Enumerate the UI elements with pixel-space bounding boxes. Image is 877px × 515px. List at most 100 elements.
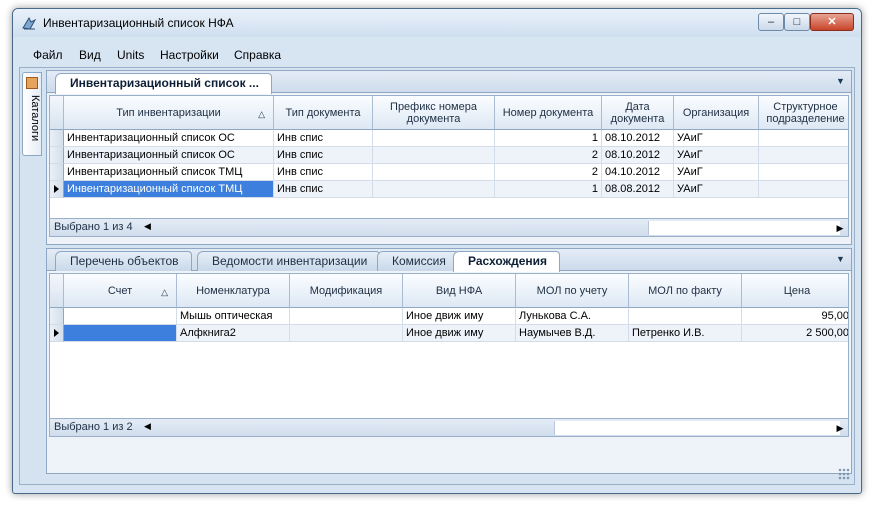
column-header-organization[interactable]: Организация: [674, 96, 759, 130]
cell-mol-actual[interactable]: [629, 308, 742, 325]
row-indicator[interactable]: [50, 325, 64, 342]
cell-doc-number[interactable]: 2: [495, 164, 602, 181]
cell-account[interactable]: [64, 325, 177, 342]
tab-inventory-list[interactable]: Инвентаризационный список ...: [55, 73, 272, 94]
column-header-inventory-type[interactable]: Тип инвентаризации △: [64, 96, 274, 130]
chevron-down-icon[interactable]: ▼: [836, 77, 845, 86]
cell-doc-date[interactable]: 08.10.2012: [602, 130, 674, 147]
cell-mol-accounting[interactable]: Лунькова С.А.: [516, 308, 629, 325]
horizontal-scrollbar[interactable]: [648, 221, 840, 235]
cell-department[interactable]: [759, 164, 848, 181]
cell-doc-type[interactable]: Инв спис: [274, 164, 373, 181]
cell-inventory-type[interactable]: Инвентаризационный список ТМЦ: [64, 181, 274, 198]
cell-account[interactable]: [64, 308, 177, 325]
menu-view[interactable]: Вид: [79, 48, 101, 62]
cell-doc-type[interactable]: Инв спис: [274, 130, 373, 147]
table-row[interactable]: Мышь оптическая Иное движ иму Лунькова С…: [50, 308, 848, 325]
menu-units[interactable]: Units: [117, 48, 144, 62]
scroll-right-icon[interactable]: ▶: [834, 221, 846, 235]
row-indicator[interactable]: [50, 164, 64, 181]
scroll-left-icon[interactable]: ◀: [144, 421, 151, 432]
horizontal-scrollbar[interactable]: [554, 421, 840, 435]
column-header-doc-type[interactable]: Тип документа: [274, 96, 373, 130]
selection-count: Выбрано 1 из 2: [54, 421, 133, 433]
cell-price[interactable]: 95,00: [742, 308, 848, 325]
details-panel: Перечень объектов Ведомости инвентаризац…: [46, 248, 852, 474]
cell-modification[interactable]: [290, 325, 403, 342]
cell-organization[interactable]: УАиГ: [674, 164, 759, 181]
close-button[interactable]: ✕: [810, 13, 854, 31]
cell-inventory-type[interactable]: Инвентаризационный список ОС: [64, 130, 274, 147]
cell-doc-prefix[interactable]: [373, 164, 495, 181]
row-indicator[interactable]: [50, 308, 64, 325]
selection-count: Выбрано 1 из 4: [54, 221, 133, 233]
cell-department[interactable]: [759, 181, 848, 198]
table-row-selected[interactable]: Инвентаризационный список ТМЦ Инв спис 1…: [50, 181, 848, 198]
cell-doc-prefix[interactable]: [373, 147, 495, 164]
column-header-modification[interactable]: Модификация: [290, 274, 403, 308]
cell-doc-number[interactable]: 1: [495, 130, 602, 147]
cell-doc-prefix[interactable]: [373, 181, 495, 198]
cell-doc-number[interactable]: 1: [495, 181, 602, 198]
table-row[interactable]: Инвентаризационный список ОС Инв спис 1 …: [50, 130, 848, 147]
cell-asset-kind[interactable]: Иное движ иму: [403, 325, 516, 342]
current-row-icon: [54, 185, 59, 193]
sidebar-tab-catalogs[interactable]: Каталоги: [22, 72, 42, 156]
cell-doc-type[interactable]: Инв спис: [274, 147, 373, 164]
app-icon: [22, 16, 37, 30]
grid-corner: [50, 96, 64, 130]
cell-nomenclature[interactable]: Алфкнига2: [177, 325, 290, 342]
column-header-asset-kind[interactable]: Вид НФА: [403, 274, 516, 308]
titlebar[interactable]: Инвентаризационный список НФА – □ ✕: [13, 9, 861, 37]
row-indicator[interactable]: [50, 147, 64, 164]
resize-grip-icon[interactable]: [838, 468, 850, 480]
sort-ascending-icon: △: [258, 109, 265, 119]
menu-help[interactable]: Справка: [234, 48, 281, 62]
chevron-down-icon[interactable]: ▼: [836, 255, 845, 264]
column-header-nomenclature[interactable]: Номенклатура: [177, 274, 290, 308]
cell-organization[interactable]: УАиГ: [674, 181, 759, 198]
column-header-doc-number[interactable]: Номер документа: [495, 96, 602, 130]
tab-inventory-sheets[interactable]: Ведомости инвентаризации: [197, 251, 381, 271]
cell-doc-date[interactable]: 08.10.2012: [602, 147, 674, 164]
tab-discrepancies[interactable]: Расхождения: [453, 251, 561, 272]
cell-inventory-type[interactable]: Инвентаризационный список ОС: [64, 147, 274, 164]
cell-mol-accounting[interactable]: Наумычев В.Д.: [516, 325, 629, 342]
scroll-left-icon[interactable]: ◀: [144, 221, 151, 232]
scroll-right-icon[interactable]: ▶: [834, 421, 846, 435]
table-row-selected[interactable]: Алфкнига2 Иное движ иму Наумычев В.Д. Пе…: [50, 325, 848, 342]
cell-doc-type[interactable]: Инв спис: [274, 181, 373, 198]
column-header-department[interactable]: Структурное подразделение: [759, 96, 848, 130]
current-row-icon: [54, 329, 59, 337]
tab-commission[interactable]: Комиссия: [377, 251, 459, 271]
cell-nomenclature[interactable]: Мышь оптическая: [177, 308, 290, 325]
cell-price[interactable]: 2 500,00: [742, 325, 848, 342]
column-header-price[interactable]: Цена: [742, 274, 848, 308]
maximize-button[interactable]: □: [784, 13, 810, 31]
cell-department[interactable]: [759, 147, 848, 164]
row-indicator[interactable]: [50, 130, 64, 147]
menu-settings[interactable]: Настройки: [160, 48, 219, 62]
cell-organization[interactable]: УАиГ: [674, 130, 759, 147]
table-row[interactable]: Инвентаризационный список ТМЦ Инв спис 2…: [50, 164, 848, 181]
column-header-doc-date[interactable]: Дата документа: [602, 96, 674, 130]
cell-mol-actual[interactable]: Петренко И.В.: [629, 325, 742, 342]
cell-asset-kind[interactable]: Иное движ иму: [403, 308, 516, 325]
table-row[interactable]: Инвентаризационный список ОС Инв спис 2 …: [50, 147, 848, 164]
column-header-doc-prefix[interactable]: Префикс номера документа: [373, 96, 495, 130]
minimize-button[interactable]: –: [758, 13, 784, 31]
menu-file[interactable]: Файл: [33, 48, 63, 62]
column-header-mol-actual[interactable]: МОЛ по факту: [629, 274, 742, 308]
cell-department[interactable]: [759, 130, 848, 147]
column-header-mol-accounting[interactable]: МОЛ по учету: [516, 274, 629, 308]
cell-doc-date[interactable]: 08.08.2012: [602, 181, 674, 198]
cell-inventory-type[interactable]: Инвентаризационный список ТМЦ: [64, 164, 274, 181]
cell-organization[interactable]: УАиГ: [674, 147, 759, 164]
cell-doc-date[interactable]: 04.10.2012: [602, 164, 674, 181]
tab-objects-list[interactable]: Перечень объектов: [55, 251, 192, 271]
column-header-account[interactable]: Счет △: [64, 274, 177, 308]
cell-modification[interactable]: [290, 308, 403, 325]
row-indicator[interactable]: [50, 181, 64, 198]
cell-doc-number[interactable]: 2: [495, 147, 602, 164]
cell-doc-prefix[interactable]: [373, 130, 495, 147]
